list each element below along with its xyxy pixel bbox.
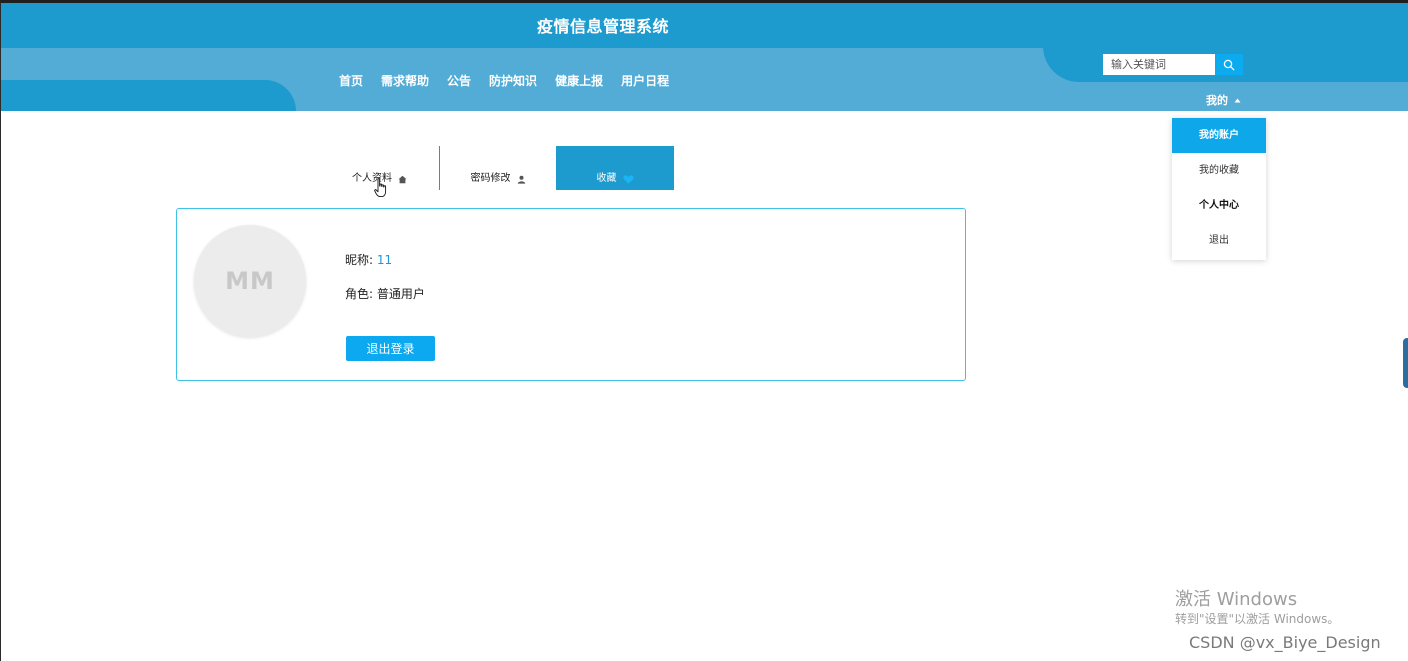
nickname-label: 昵称: <box>345 253 374 267</box>
caret-up-icon <box>1234 98 1241 102</box>
dropdown-item-my-favorites[interactable]: 我的收藏 <box>1172 153 1266 188</box>
role-value: 普通用户 <box>376 287 425 301</box>
my-menu-toggle[interactable]: 我的 <box>1206 92 1241 108</box>
nav-item-announcements[interactable]: 公告 <box>438 72 480 89</box>
dropdown-item-logout[interactable]: 退出 <box>1172 223 1266 258</box>
user-icon <box>517 175 525 184</box>
activation-title: 激活 Windows <box>1175 589 1298 610</box>
avatar: MM <box>194 225 306 337</box>
search-button[interactable] <box>1215 54 1243 75</box>
nickname-row: 昵称: 11 <box>345 251 392 268</box>
activation-subtitle: 转到"设置"以激活 Windows。 <box>1175 612 1340 626</box>
tab-label: 密码修改 <box>470 173 511 184</box>
csdn-watermark: CSDN @vx_Biye_Design <box>1189 633 1381 652</box>
profile-card: MM 昵称: 11 角色: 普通用户 退出登录 <box>176 208 966 381</box>
tab-favorites[interactable]: 收藏 <box>556 146 674 190</box>
search-box <box>1103 54 1243 75</box>
search-input[interactable] <box>1103 54 1215 75</box>
page: 疫情信息管理系统 首页 需求帮助 公告 防护知识 健康上报 用户日程 我的 我的… <box>0 0 1408 661</box>
my-menu-dropdown: 我的账户 我的收藏 个人中心 退出 <box>1172 118 1266 260</box>
nav-item-help-requests[interactable]: 需求帮助 <box>372 72 438 89</box>
home-icon <box>398 175 407 184</box>
role-label: 角色: <box>345 287 374 301</box>
windows-activation-notice: 激活 Windows 转到"设置"以激活 Windows。 <box>1175 589 1339 627</box>
nav-item-protection-knowledge[interactable]: 防护知识 <box>480 72 546 89</box>
my-menu-label: 我的 <box>1206 94 1228 107</box>
header-left-curve <box>1 80 296 111</box>
dropdown-item-personal-center[interactable]: 个人中心 <box>1172 188 1266 223</box>
dropdown-item-my-account[interactable]: 我的账户 <box>1172 118 1266 153</box>
nickname-value: 11 <box>376 253 393 267</box>
nav-item-home[interactable]: 首页 <box>339 72 372 89</box>
tab-label: 收藏 <box>596 173 617 184</box>
search-icon <box>1223 59 1235 70</box>
nav-item-user-schedule[interactable]: 用户日程 <box>612 72 678 89</box>
heart-icon <box>622 175 634 184</box>
site-title: 疫情信息管理系统 <box>536 17 669 36</box>
role-row: 角色: 普通用户 <box>345 285 425 302</box>
scroll-handle[interactable] <box>1403 338 1408 388</box>
main-nav: 首页 需求帮助 公告 防护知识 健康上报 用户日程 <box>339 72 678 89</box>
hand-cursor-icon <box>374 178 387 198</box>
tab-change-password[interactable]: 密码修改 <box>439 146 556 190</box>
nav-item-health-report[interactable]: 健康上报 <box>546 72 612 89</box>
logout-button[interactable]: 退出登录 <box>346 336 435 361</box>
